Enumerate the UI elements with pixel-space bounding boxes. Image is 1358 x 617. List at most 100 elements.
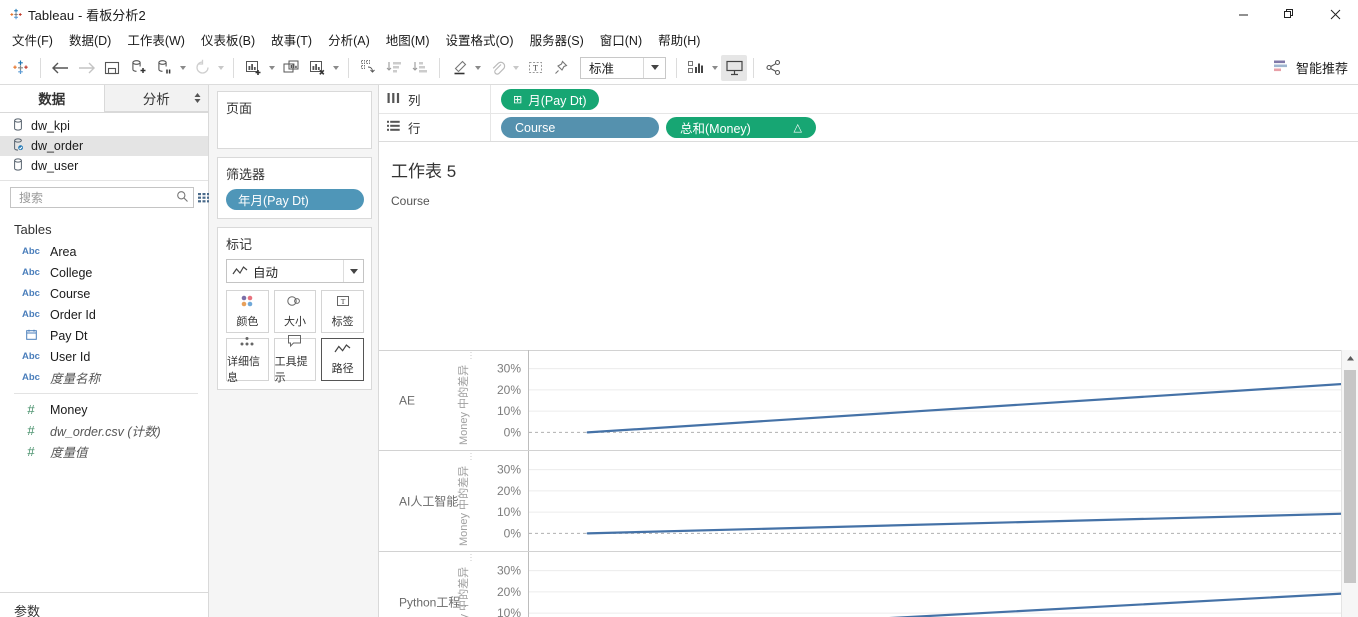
pause-auto-update-icon[interactable] [151,55,177,81]
pill-sum-money[interactable]: 总和(Money) △ [666,117,816,138]
smart-recommend-group[interactable]: 智能推荐 [1272,58,1348,77]
marks-card: 标记 自动 颜色 大小 T 标签 详细信息 工具提示 路径 [217,227,372,390]
expand-plus-icon[interactable]: ⊞ [513,93,522,106]
menu-worksheet[interactable]: 工作表(W) [119,28,193,51]
back-arrow-icon[interactable] [47,55,73,81]
marks-button-label: 工具提示 [274,356,308,384]
new-worksheet-caret-icon[interactable] [266,55,278,81]
field-label: 度量名称 [50,372,101,386]
marks-tooltip-button[interactable]: 工具提示 [273,335,317,384]
marks-type-caret-icon[interactable] [343,260,363,282]
show-me-caret-icon[interactable] [709,55,721,81]
marks-type-selector[interactable]: 自动 [226,259,364,283]
menu-dashboard[interactable]: 仪表板(B) [193,28,263,51]
attachment-icon[interactable] [484,55,510,81]
filters-card[interactable]: 筛选器 年月(Pay Dt) [217,157,372,219]
rows-shelf[interactable]: 行 Course 总和(Money) △ [379,113,1358,141]
menu-window[interactable]: 窗口(N) [592,28,650,51]
field-pay-dt[interactable]: Pay Dt [0,325,208,346]
swap-rows-columns-icon[interactable] [355,55,381,81]
filters-title: 筛选器 [226,167,266,182]
pages-card[interactable]: 页面 [217,91,372,149]
duplicate-sheet-icon[interactable] [278,55,304,81]
field-row-count[interactable]: # dw_order.csv (计数) [0,420,208,441]
pill-month-pay-dt[interactable]: ⊞ 月(Pay Dt) [501,88,599,110]
field-money[interactable]: # Money [0,399,208,420]
pause-dropdown-caret-icon[interactable] [177,55,189,81]
visualization-area: 工作表 5 Course 0% 10% 20% 30% AE Money 中的差异 0% 10… [379,142,1358,617]
field-measure-names[interactable]: Abc 度量名称 [0,367,208,388]
marks-detail-button[interactable]: 详细信息 [226,336,269,384]
datasource-dw_order[interactable]: dw_order [0,136,208,156]
tableau-home-logo-icon[interactable] [8,55,34,81]
menu-map[interactable]: 地图(M) [378,28,438,51]
minimize-button[interactable] [1220,0,1266,28]
field-order-id[interactable]: Abc Order Id [0,304,208,325]
search-input[interactable] [17,189,176,206]
forward-arrow-icon[interactable] [73,55,99,81]
rows-shelf-drop[interactable]: Course 总和(Money) △ [491,114,1358,141]
marks-path-button[interactable]: 路径 [321,338,364,381]
sort-toggle-icon[interactable] [193,92,202,107]
sort-ascending-icon[interactable] [381,55,407,81]
field-area[interactable]: Abc Area [0,241,208,262]
menu-help[interactable]: 帮助(H) [650,28,708,51]
show-marks-labels-icon[interactable]: T [522,55,548,81]
pages-title: 页面 [226,101,253,116]
menu-analysis[interactable]: 分析(A) [320,28,378,51]
refresh-data-source-icon[interactable] [189,55,215,81]
field-user-id[interactable]: Abc User Id [0,346,208,367]
maximize-restore-button[interactable] [1266,0,1312,28]
presentation-pin-icon[interactable] [548,55,574,81]
vertical-scrollbar-thumb[interactable] [1344,370,1356,583]
chart-canvas: 0% 10% 20% 30% AE Money 中的差异 0% 10% 20% 30% AI人工智能… [379,350,1358,617]
marks-color-button[interactable]: 颜色 [226,290,269,333]
menu-server[interactable]: 服务器(S) [522,28,592,51]
number-type-icon: # [27,423,35,438]
calendar-type-icon [20,329,42,343]
menu-data[interactable]: 数据(D) [61,28,119,51]
close-button[interactable] [1312,0,1358,28]
menu-story[interactable]: 故事(T) [263,28,320,51]
presentation-mode-icon[interactable] [721,54,747,81]
highlight-icon[interactable] [446,55,472,81]
attachment-caret-icon[interactable] [510,55,522,81]
tab-data[interactable]: 数据 [0,85,104,112]
field-label: Area [50,244,77,259]
share-icon[interactable] [760,55,786,81]
menu-file[interactable]: 文件(F) [4,28,61,51]
new-data-source-icon[interactable] [125,55,151,81]
columns-shelf-drop[interactable]: ⊞ 月(Pay Dt) [491,85,1358,113]
scroll-up-arrow-icon[interactable] [1342,350,1358,367]
save-icon[interactable] [99,55,125,81]
field-college[interactable]: Abc College [0,262,208,283]
datasource-list: dw_kpi dw_order dw_user [0,113,208,181]
field-label: User Id [50,349,91,364]
new-worksheet-icon[interactable] [240,55,266,81]
show-me-icon[interactable] [683,55,709,81]
marks-button-label: 标签 [331,316,354,328]
search-box[interactable] [10,187,194,208]
sort-descending-icon[interactable] [407,55,433,81]
vertical-scrollbar[interactable] [1341,350,1358,617]
fit-selector-caret-icon[interactable] [643,57,665,78]
fit-selector[interactable]: 标准 [580,56,666,79]
tables-header: Tables [14,222,52,237]
clear-sheet-caret-icon[interactable] [330,55,342,81]
svg-text:T: T [533,64,538,73]
menu-format[interactable]: 设置格式(O) [438,28,522,51]
abc-type-icon: Abc [22,288,40,299]
highlight-caret-icon[interactable] [472,55,484,81]
field-measure-values[interactable]: # 度量值 [0,441,208,462]
datasource-dw_user[interactable]: dw_user [0,156,208,176]
window-title: Tableau - 看板分析2 [28,7,146,23]
datasource-dw_kpi[interactable]: dw_kpi [0,116,208,136]
field-course[interactable]: Abc Course [0,283,208,304]
refresh-dropdown-caret-icon[interactable] [215,55,227,81]
columns-shelf[interactable]: 列 ⊞ 月(Pay Dt) [379,85,1358,113]
pill-course[interactable]: Course [501,117,659,138]
clear-sheet-icon[interactable] [304,55,330,81]
marks-size-button[interactable]: 大小 [273,290,317,333]
filter-pill-year-month-pay-dt[interactable]: 年月(Pay Dt) [226,189,364,210]
marks-label-button[interactable]: T 标签 [321,290,364,333]
